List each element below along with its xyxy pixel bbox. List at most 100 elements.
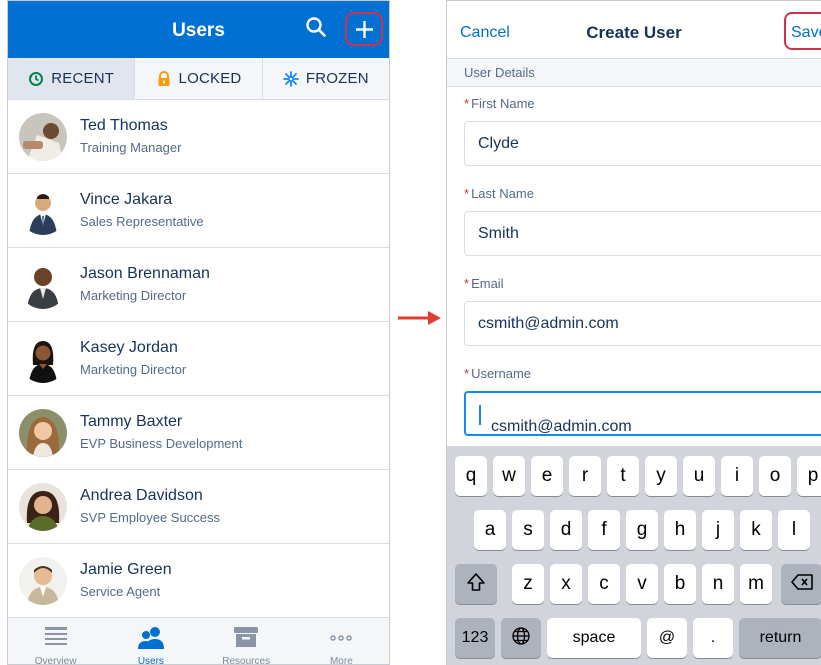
key-e[interactable]: e <box>531 456 563 496</box>
nav-resources[interactable]: Resources <box>199 618 294 664</box>
globe-icon <box>512 627 530 645</box>
first-name-label: * First Name <box>464 96 535 111</box>
tab-frozen[interactable]: FROZEN <box>263 58 389 99</box>
key-y[interactable]: y <box>645 456 677 496</box>
users-header: Users <box>8 1 389 58</box>
page-title: Create User <box>586 23 682 42</box>
clock-icon <box>29 71 44 86</box>
search-icon[interactable] <box>305 16 329 40</box>
page-title: Users <box>172 20 225 41</box>
shift-key[interactable] <box>455 564 497 604</box>
list-item[interactable]: Jamie Green Service Agent <box>8 544 389 618</box>
list-item[interactable]: Andrea Davidson SVP Employee Success <box>8 470 389 544</box>
list-item[interactable]: Tammy Baxter EVP Business Development <box>8 396 389 470</box>
last-name-field[interactable]: Smith <box>464 211 821 256</box>
create-user-header: Cancel Create User Save <box>447 1 821 57</box>
save-button[interactable]: Save <box>784 12 821 50</box>
nav-more[interactable]: More <box>294 618 389 664</box>
dot-key[interactable]: . <box>693 618 733 658</box>
key-t[interactable]: t <box>607 456 639 496</box>
user-role: Marketing Director <box>80 362 187 377</box>
last-name-value: Smith <box>478 225 519 242</box>
key-n[interactable]: n <box>702 564 734 604</box>
key-q[interactable]: q <box>455 456 487 496</box>
save-label: Save <box>791 24 821 41</box>
backspace-key[interactable] <box>781 564 821 604</box>
numbers-key[interactable]: 123 <box>455 618 495 658</box>
archive-icon <box>234 627 259 647</box>
key-d[interactable]: d <box>550 510 582 550</box>
tab-locked[interactable]: LOCKED <box>135 58 263 99</box>
bottom-nav: Overview Users Resources More <box>8 617 389 664</box>
first-name-field[interactable]: Clyde <box>464 121 821 166</box>
key-r[interactable]: r <box>569 456 601 496</box>
list-item[interactable]: Vince Jakara Sales Representative <box>8 174 389 248</box>
avatar <box>19 557 67 605</box>
username-field[interactable]: csmith@admin.com <box>464 391 821 436</box>
avatar <box>19 483 67 531</box>
more-icon <box>330 635 353 641</box>
user-role: Training Manager <box>80 140 182 155</box>
key-o[interactable]: o <box>759 456 791 496</box>
list-item[interactable]: Kasey Jordan Marketing Director <box>8 322 389 396</box>
key-i[interactable]: i <box>721 456 753 496</box>
key-j[interactable]: j <box>702 510 734 550</box>
key-a[interactable]: a <box>474 510 506 550</box>
key-m[interactable]: m <box>740 564 772 604</box>
at-key[interactable]: @ <box>647 618 687 658</box>
username-value: csmith@admin.com <box>491 418 632 435</box>
text-cursor <box>479 405 481 425</box>
nav-overview[interactable]: Overview <box>8 618 103 664</box>
user-name: Jamie Green <box>80 561 172 578</box>
add-user-button[interactable] <box>345 12 383 46</box>
required-mark: * <box>464 276 470 291</box>
email-field[interactable]: csmith@admin.com <box>464 301 821 346</box>
user-name: Kasey Jordan <box>80 339 178 356</box>
nav-users[interactable]: Users <box>103 618 198 664</box>
key-z[interactable]: z <box>512 564 544 604</box>
user-role: Service Agent <box>80 584 161 599</box>
key-w[interactable]: w <box>493 456 525 496</box>
nav-resources-label: Resources <box>222 656 271 665</box>
tab-locked-label: LOCKED <box>178 70 242 87</box>
key-v[interactable]: v <box>626 564 658 604</box>
tab-recent-label: RECENT <box>51 70 115 87</box>
key-c[interactable]: c <box>588 564 620 604</box>
user-name: Vince Jakara <box>80 191 173 208</box>
required-mark: * <box>464 186 470 201</box>
users-screen: Users RECENT LOCKED FROZEN Ted Thomas Tr… <box>7 0 390 665</box>
key-p[interactable]: p <box>797 456 821 496</box>
section-title: User Details <box>464 65 535 80</box>
overview-icon <box>44 627 67 645</box>
plus-icon <box>356 21 373 38</box>
avatar <box>19 335 67 383</box>
user-role: SVP Employee Success <box>80 510 220 525</box>
key-u[interactable]: u <box>683 456 715 496</box>
required-mark: * <box>464 96 470 111</box>
tab-recent[interactable]: RECENT <box>8 58 136 99</box>
globe-key[interactable] <box>501 618 541 658</box>
list-item[interactable]: Jason Brennaman Marketing Director <box>8 248 389 322</box>
last-name-label: * Last Name <box>464 186 534 201</box>
key-f[interactable]: f <box>588 510 620 550</box>
key-h[interactable]: h <box>664 510 696 550</box>
key-b[interactable]: b <box>664 564 696 604</box>
key-s[interactable]: s <box>512 510 544 550</box>
shift-icon <box>467 573 485 591</box>
tab-frozen-label: FROZEN <box>305 70 369 87</box>
first-name-value: Clyde <box>478 135 519 152</box>
key-g[interactable]: g <box>626 510 658 550</box>
avatar <box>19 261 67 309</box>
username-label: * Username <box>464 366 532 381</box>
return-key[interactable]: return <box>739 618 821 658</box>
key-l[interactable]: l <box>778 510 810 550</box>
avatar <box>19 409 67 457</box>
space-key[interactable]: space <box>547 618 641 658</box>
create-user-screen: Cancel Create User Save User Details *Fi… <box>446 0 821 665</box>
list-item[interactable]: Ted Thomas Training Manager <box>8 100 389 174</box>
key-k[interactable]: k <box>740 510 772 550</box>
user-name: Andrea Davidson <box>80 487 203 504</box>
key-x[interactable]: x <box>550 564 582 604</box>
nav-overview-label: Overview <box>34 656 77 665</box>
user-list: Ted Thomas Training Manager Vince Jakara… <box>8 100 389 618</box>
